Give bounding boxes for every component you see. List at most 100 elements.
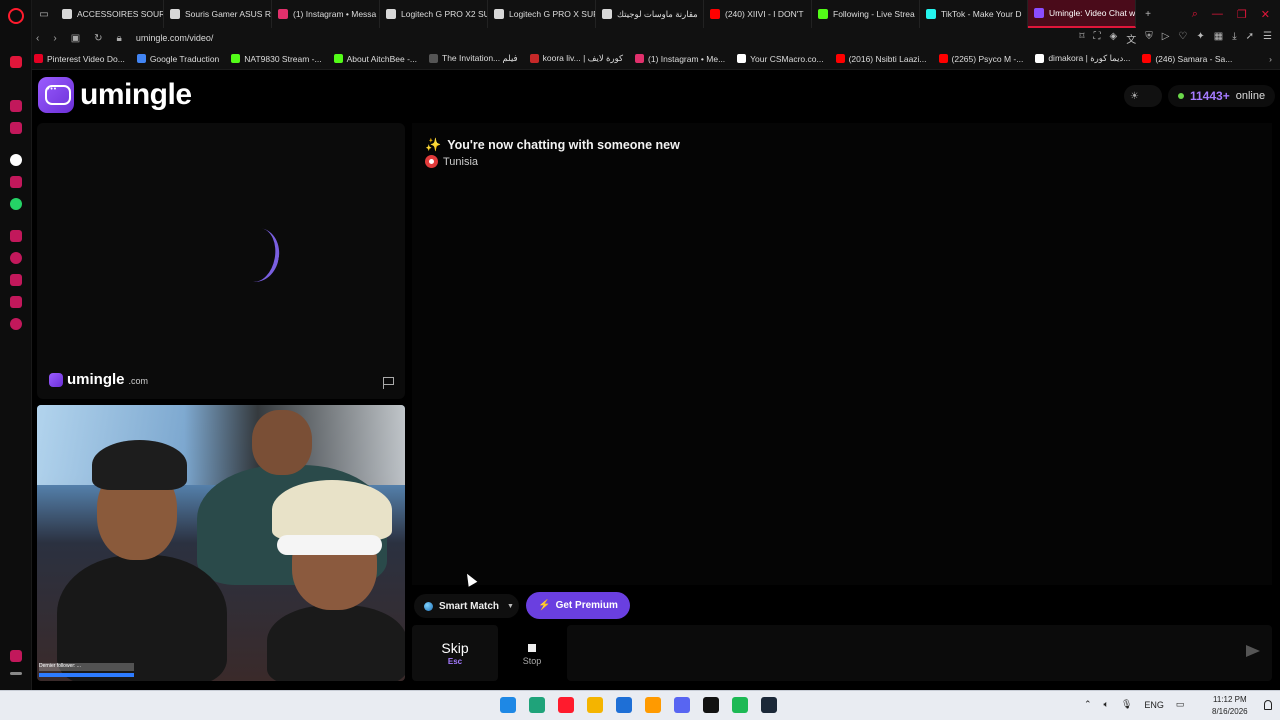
browser-tab[interactable]: Logitech G PRO X2 SU xyxy=(380,0,488,28)
music-icon[interactable] xyxy=(10,122,22,134)
theme-toggle[interactable]: ☀ xyxy=(1124,85,1162,107)
discover-icon[interactable] xyxy=(10,176,22,188)
language-indicator[interactable]: ENG xyxy=(1144,700,1164,710)
tab-menu-icon[interactable]: ▭ xyxy=(32,0,56,28)
send-icon[interactable] xyxy=(1246,645,1260,657)
browser-tab[interactable]: (1) Instagram • Messa xyxy=(272,0,380,28)
file-explorer-icon[interactable] xyxy=(587,697,603,713)
opera-icon[interactable] xyxy=(558,697,574,713)
clock-date: 8/16/2026 xyxy=(1212,707,1248,716)
skip-button[interactable]: Skip Esc xyxy=(412,625,498,681)
bookmarks-more-button[interactable]: › xyxy=(1269,54,1280,64)
whatsapp-icon[interactable] xyxy=(10,198,22,210)
opera-logo-icon[interactable] xyxy=(8,8,24,24)
more-icon[interactable] xyxy=(10,672,22,675)
bookmarks-icon[interactable] xyxy=(10,230,22,242)
browser-tab[interactable]: Following - Live Strea xyxy=(812,0,920,28)
steam-icon[interactable] xyxy=(761,697,777,713)
shield-icon[interactable]: ⛨ xyxy=(1145,31,1153,46)
bookmark-item[interactable]: (246) Samara - Sa... xyxy=(1142,53,1232,64)
history-icon[interactable] xyxy=(10,252,22,264)
bookmark-item[interactable]: Google Traduction xyxy=(136,53,219,64)
settings-icon[interactable] xyxy=(10,318,22,330)
browser-tab[interactable]: Umingle: Video Chat w xyxy=(1028,0,1136,28)
share-icon[interactable]: ➚ xyxy=(1246,31,1254,46)
address-bar: ‹ › ▣ ↻ 🔒︎ umingle.com/video/ ⌑ ⛶ ◈ 文 ⛨ … xyxy=(32,28,1280,48)
menu-icon[interactable]: ☰ xyxy=(1263,31,1272,46)
tab-snap-icon[interactable]: ▣ xyxy=(71,33,80,44)
message-input[interactable] xyxy=(577,643,1217,663)
play-icon[interactable]: ▷ xyxy=(1162,31,1170,46)
bookmark-item[interactable]: NAT9830 Stream -... xyxy=(231,53,322,64)
bookmark-item[interactable]: The Invitation... فيلم xyxy=(429,53,518,64)
forward-button[interactable]: › xyxy=(53,33,56,44)
chat-bubble-icon xyxy=(49,372,63,387)
download-icon[interactable]: ⤓ xyxy=(1232,31,1236,46)
skip-shortcut: Esc xyxy=(447,657,463,666)
snapshot-icon[interactable]: ⛶ xyxy=(1094,31,1101,46)
browser-tab[interactable]: Souris Gamer ASUS R xyxy=(164,0,272,28)
search-tabs-icon[interactable]: ⌕ xyxy=(1192,8,1198,21)
online-dot-icon xyxy=(1178,93,1184,99)
edge-icon[interactable] xyxy=(529,697,545,713)
stop-button[interactable]: Stop xyxy=(504,635,560,675)
vpn-icon[interactable]: ◈ xyxy=(1110,31,1118,46)
browser-tab[interactable]: TikTok - Make Your D xyxy=(920,0,1028,28)
ai-icon[interactable] xyxy=(10,56,22,68)
get-premium-button[interactable]: ⚡ Get Premium xyxy=(526,592,630,619)
extensions-puzzle-icon[interactable]: ✦ xyxy=(1196,31,1204,46)
downloads-icon[interactable] xyxy=(10,274,22,286)
bookmark-item[interactable]: (2265) Psyco M -... xyxy=(938,53,1023,64)
translate-icon[interactable]: 文 xyxy=(1126,31,1136,46)
browser-tab[interactable]: Logitech G PRO X SUP xyxy=(488,0,596,28)
extensions-icon[interactable] xyxy=(10,296,22,308)
bookmark-item[interactable]: dimakora | ديما كورة... xyxy=(1035,53,1130,64)
person-shape xyxy=(272,480,392,540)
browser-tab[interactable]: ACCESSOIRES SOURI xyxy=(56,0,164,28)
browser-tab[interactable]: (240) XIIVI - I DON'T xyxy=(704,0,812,28)
bookmark-item[interactable]: About AitchBee -... xyxy=(333,53,417,64)
url-field[interactable]: umingle.com/video/ xyxy=(136,33,214,43)
discord-icon[interactable] xyxy=(674,697,690,713)
tab-favicon-icon xyxy=(170,9,180,19)
brand-name: umingle xyxy=(80,78,192,111)
new-tab-button[interactable]: + xyxy=(1136,0,1160,28)
site-logo[interactable]: umingle xyxy=(38,77,192,113)
profile-icon[interactable]: ▦ xyxy=(1214,31,1223,46)
close-window-button[interactable]: ✕ xyxy=(1261,8,1270,21)
person-shape xyxy=(267,605,405,681)
bookmark-icon[interactable]: ⌑ xyxy=(1079,31,1084,46)
security-icon[interactable] xyxy=(616,697,632,713)
bookmark-item[interactable]: Your CSMacro.co... xyxy=(737,53,824,64)
bookmark-item[interactable]: (1) Instagram • Me... xyxy=(635,53,725,64)
maximize-button[interactable]: ❐ xyxy=(1237,8,1247,21)
bookmark-item[interactable]: (2016) Nsibti Laazi... xyxy=(835,53,927,64)
messenger-icon[interactable] xyxy=(10,100,22,112)
watermark-domain: .com xyxy=(128,376,149,386)
illustrator-icon[interactable] xyxy=(645,697,661,713)
heart-icon[interactable]: ♡ xyxy=(1178,31,1187,46)
tab-favicon-icon xyxy=(710,9,720,19)
bookmark-label: Your CSMacro.co... xyxy=(750,53,824,64)
volume-icon[interactable]: 🔈︎ xyxy=(1104,699,1109,710)
sidebar-settings-icon[interactable] xyxy=(10,650,22,662)
notification-bell-icon[interactable] xyxy=(1264,700,1272,710)
bookmark-label: dimakora | ديما كورة... xyxy=(1048,53,1131,63)
mic-icon[interactable]: 🎙︎ xyxy=(1121,699,1132,710)
taskbar-clock[interactable]: 11:12 PM 8/16/2026 xyxy=(1212,694,1248,718)
message-composer xyxy=(567,625,1272,681)
browser-tab[interactable]: مقارنة ماوسات لوجيتك xyxy=(596,0,704,28)
chevron-up-icon[interactable]: ⌃ xyxy=(1084,699,1092,710)
spotify-icon[interactable] xyxy=(732,697,748,713)
bookmark-item[interactable]: Pinterest Video Do... xyxy=(34,53,125,64)
chatgpt-icon[interactable] xyxy=(10,154,22,166)
back-button[interactable]: ‹ xyxy=(36,33,39,44)
match-mode-select[interactable]: Smart Match ▼ xyxy=(414,594,519,618)
reload-button[interactable]: ↻ xyxy=(94,33,102,44)
network-icon[interactable]: ▭ xyxy=(1176,699,1185,710)
report-flag-icon[interactable] xyxy=(383,377,395,389)
minimize-button[interactable]: — xyxy=(1212,8,1223,21)
windows-start-icon[interactable] xyxy=(500,697,516,713)
bookmark-item[interactable]: koora liv... | كورة لايف xyxy=(529,53,623,64)
capcut-icon[interactable] xyxy=(703,697,719,713)
